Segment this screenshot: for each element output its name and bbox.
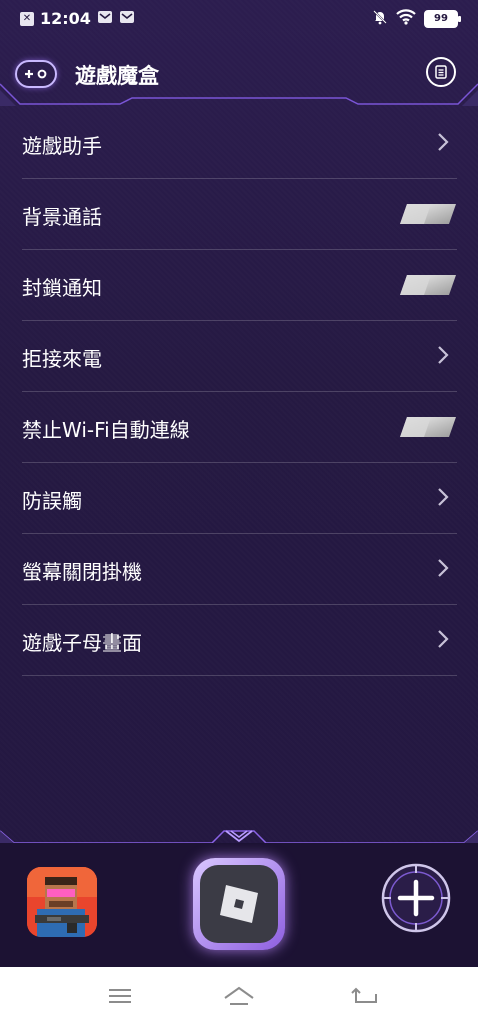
chevron-right-icon xyxy=(438,346,449,364)
wifi-icon xyxy=(396,9,416,29)
status-bar: ✕ 12:04 99 xyxy=(0,0,478,36)
setting-label: 背景通話 xyxy=(22,205,102,229)
setting-game-assistant[interactable]: 遊戲助手 xyxy=(22,108,457,179)
setting-label: 遊戲子母畫面 xyxy=(22,631,142,655)
setting-label: 封鎖通知 xyxy=(22,276,102,300)
home-icon[interactable] xyxy=(222,984,256,1008)
back-icon[interactable] xyxy=(348,984,382,1008)
setting-reject-calls[interactable]: 拒接來電 xyxy=(22,321,457,392)
status-right: 99 xyxy=(372,9,461,29)
setting-picture-in-picture[interactable]: 遊戲子母畫面 xyxy=(22,605,457,676)
block-notifications-toggle[interactable] xyxy=(399,274,457,296)
notes-icon xyxy=(435,65,447,79)
header: 遊戲魔盒 xyxy=(0,40,478,110)
chevron-right-icon xyxy=(438,133,449,151)
setting-disable-wifi-autoconnect: 禁止Wi-Fi自動連線 xyxy=(22,392,457,463)
roblox-app-button[interactable] xyxy=(193,858,285,950)
header-frame xyxy=(0,83,478,106)
setting-label: 螢幕關閉掛機 xyxy=(22,560,142,584)
setting-screen-off-idle[interactable]: 螢幕關閉掛機 xyxy=(22,534,457,605)
battery-icon: 99 xyxy=(424,10,461,28)
setting-label: 防誤觸 xyxy=(22,489,82,513)
notes-button[interactable] xyxy=(426,57,456,87)
setting-block-notifications: 封鎖通知 xyxy=(22,250,457,321)
navigation-bar xyxy=(0,967,478,1024)
setting-accidental-touch[interactable]: 防誤觸 xyxy=(22,463,457,534)
setting-background-call: 背景通話 xyxy=(22,179,457,250)
bell-off-icon xyxy=(372,9,388,29)
page-title: 遊戲魔盒 xyxy=(75,64,159,88)
pixel-gun-game-icon[interactable] xyxy=(27,867,97,937)
settings-list: 遊戲助手 背景通話 封鎖通知 拒接來電 禁止Wi-Fi自動連線 防誤觸 螢幕關閉… xyxy=(22,108,457,676)
setting-label: 禁止Wi-Fi自動連線 xyxy=(22,418,190,442)
chevron-right-icon xyxy=(438,488,449,506)
gamepad-button[interactable] xyxy=(15,60,57,88)
mail-icon xyxy=(119,9,135,28)
roblox-icon xyxy=(200,865,278,943)
wifi-autoconnect-toggle[interactable] xyxy=(399,416,457,438)
add-game-button[interactable] xyxy=(381,863,451,933)
game-box-screen: ✕ 12:04 99 遊戲魔盒 遊戲助手 背景通話 封鎖通知 拒接來電 禁止Wi… xyxy=(0,0,478,967)
setting-label: 遊戲助手 xyxy=(22,134,102,158)
screenshot-icon: ✕ xyxy=(20,11,34,26)
menu-icon[interactable] xyxy=(103,984,137,1008)
chevron-right-icon xyxy=(438,559,449,577)
game-dock xyxy=(0,825,478,967)
chevron-right-icon xyxy=(438,630,449,648)
gamepad-icon xyxy=(25,69,47,79)
mail-icon xyxy=(97,9,113,28)
setting-label: 拒接來電 xyxy=(22,347,102,371)
background-call-toggle[interactable] xyxy=(399,203,457,225)
status-time: 12:04 xyxy=(40,9,91,28)
status-left: ✕ 12:04 xyxy=(20,9,135,28)
